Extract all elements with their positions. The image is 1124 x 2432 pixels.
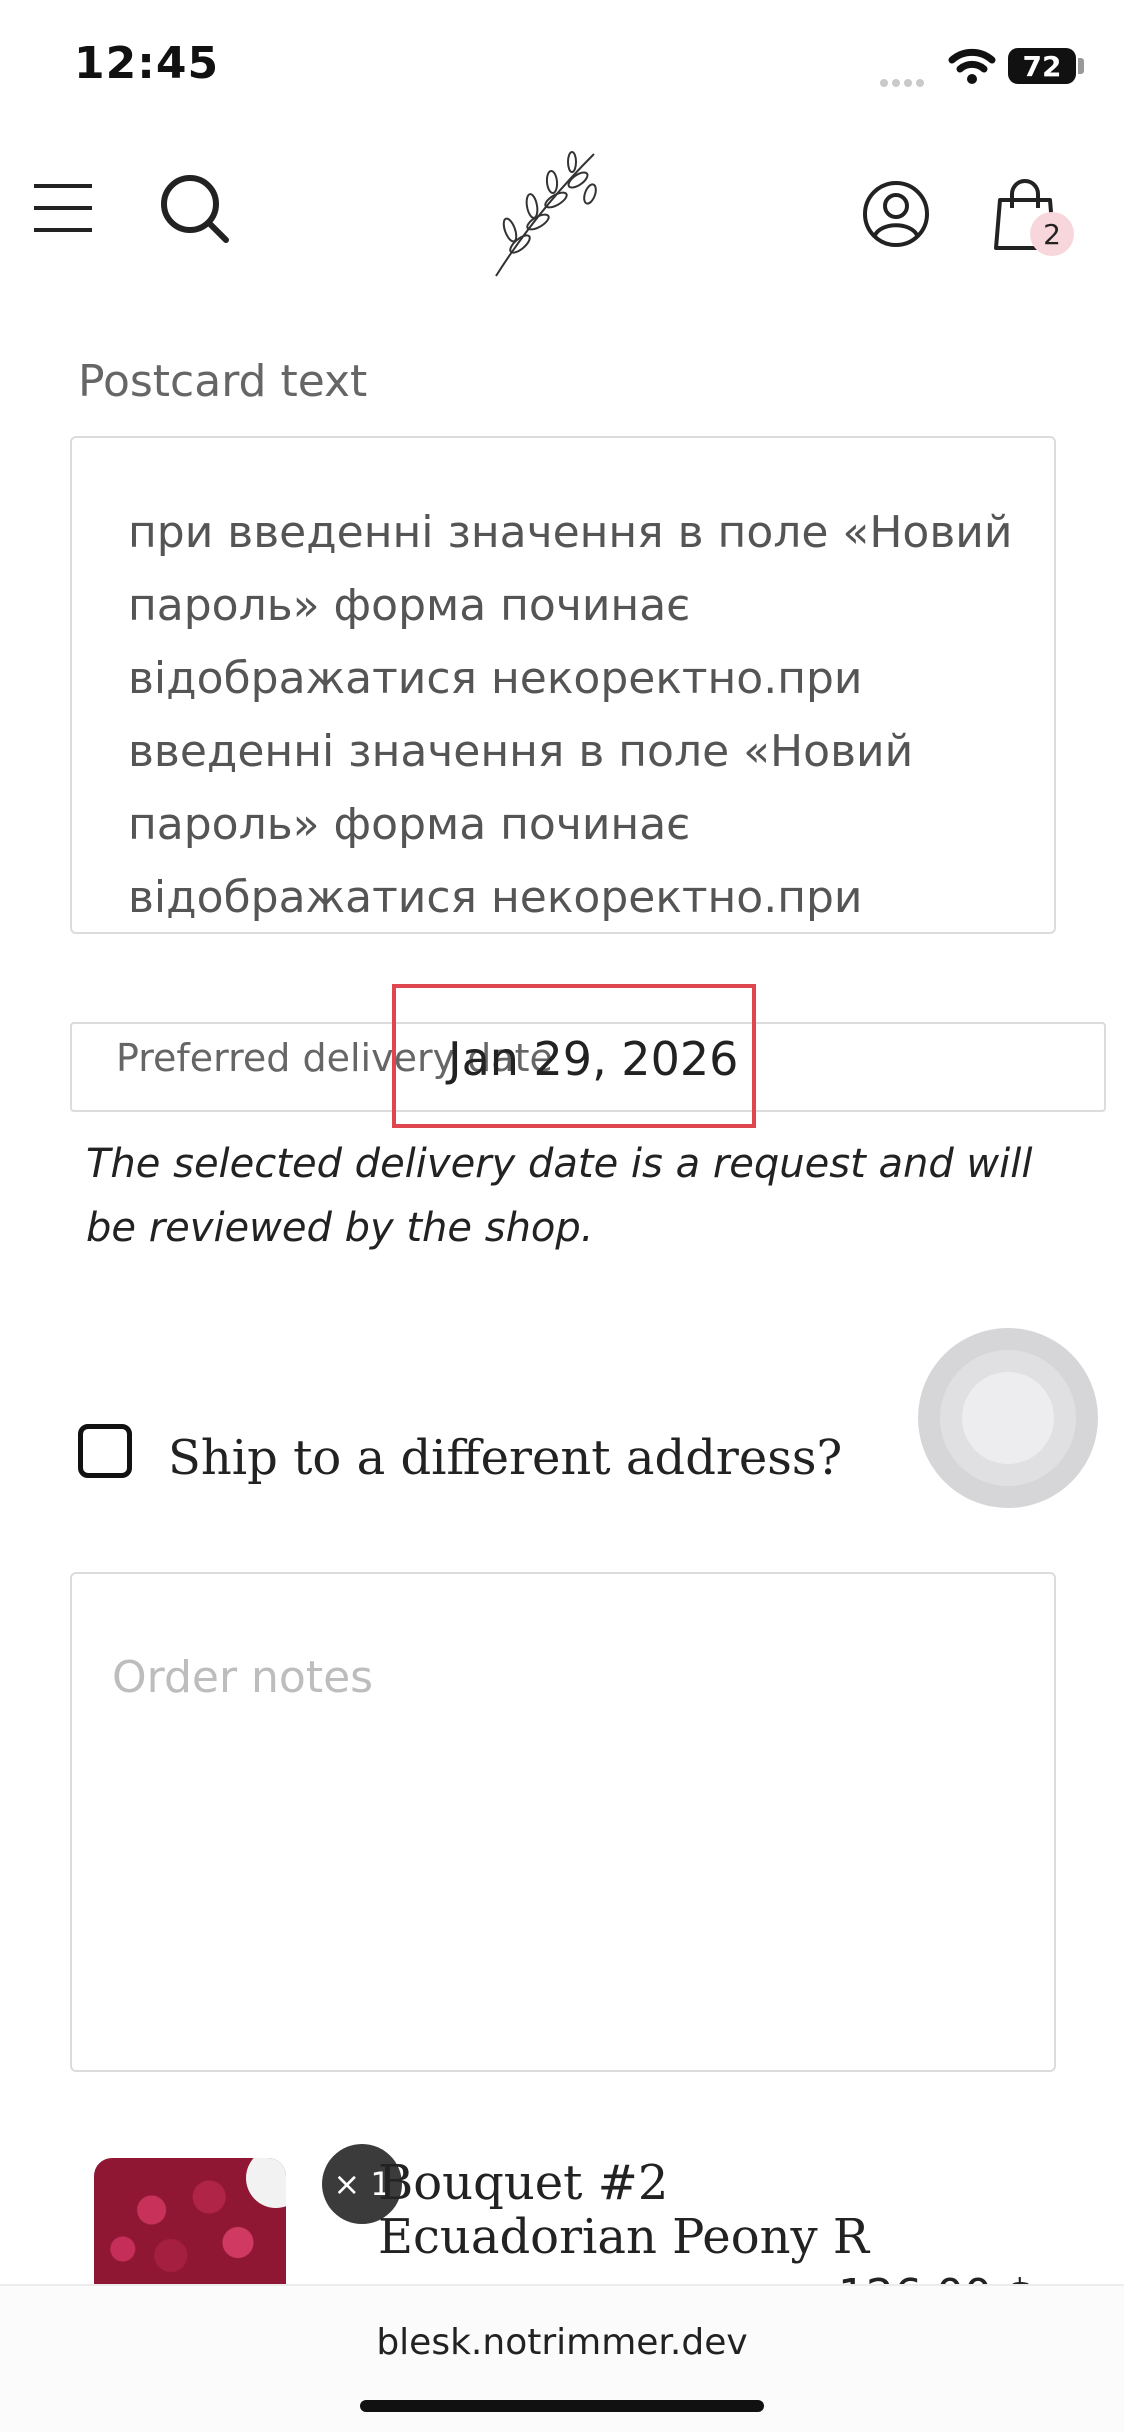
ship-different-address-checkbox[interactable] — [78, 1424, 132, 1478]
delivery-date-note: The selected delivery date is a request … — [86, 1141, 1033, 1251]
menu-icon[interactable] — [32, 180, 94, 236]
order-notes-field[interactable] — [70, 1572, 1056, 2072]
status-time: 12:45 — [74, 38, 220, 89]
ship-different-address-label[interactable]: Ship to a different address? — [168, 1430, 842, 1486]
annotation-highlight-box — [392, 984, 756, 1128]
battery-cap — [1078, 58, 1084, 74]
cellular-signal-icon — [880, 72, 928, 91]
product-thumbnail — [94, 2158, 286, 2288]
product-name: Bouquet #2 Ecuadorian Peony R — [378, 2155, 870, 2265]
home-indicator[interactable] — [360, 2400, 764, 2412]
postcard-text-label: Postcard text — [78, 356, 368, 407]
account-icon[interactable] — [862, 180, 930, 248]
battery-icon: 72 — [1008, 48, 1076, 84]
postcard-text-value: при введенні значення в поле «Новий паро… — [128, 507, 1013, 923]
assistive-touch-button[interactable] — [918, 1328, 1098, 1508]
postcard-textarea[interactable]: при введенні значення в поле «Новий паро… — [70, 436, 1056, 934]
leaf-logo-icon[interactable] — [490, 148, 606, 280]
cart-count-badge[interactable]: 2 — [1030, 212, 1074, 256]
url-bar[interactable]: blesk.notrimmer.dev — [0, 2322, 1124, 2363]
wifi-icon — [948, 48, 996, 84]
search-icon[interactable] — [158, 172, 232, 246]
